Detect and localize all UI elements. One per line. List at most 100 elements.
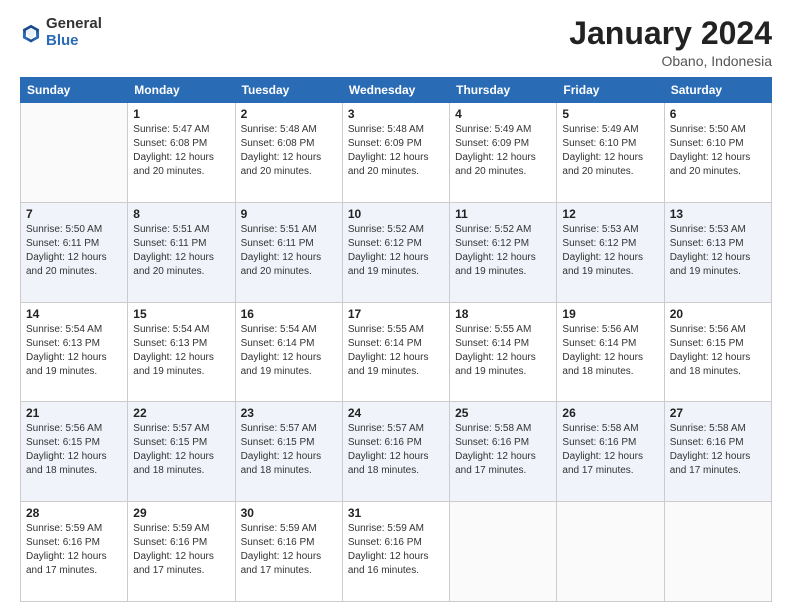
day-info: Sunrise: 5:53 AM Sunset: 6:12 PM Dayligh… <box>562 223 658 279</box>
day-info: Sunrise: 5:59 AM Sunset: 6:16 PM Dayligh… <box>241 522 337 578</box>
header-thursday: Thursday <box>450 78 557 103</box>
table-row: 13 Sunrise: 5:53 AM Sunset: 6:13 PM Dayli… <box>664 202 771 302</box>
day-number: 8 <box>133 207 229 221</box>
logo-blue-text: Blue <box>46 32 79 49</box>
day-info: Sunrise: 5:57 AM Sunset: 6:15 PM Dayligh… <box>133 422 229 478</box>
day-info: Sunrise: 5:54 AM Sunset: 6:13 PM Dayligh… <box>133 323 229 379</box>
table-row: 26 Sunrise: 5:58 AM Sunset: 6:16 PM Dayli… <box>557 402 664 502</box>
day-number: 11 <box>455 207 551 221</box>
day-info: Sunrise: 5:59 AM Sunset: 6:16 PM Dayligh… <box>348 522 444 578</box>
day-number: 10 <box>348 207 444 221</box>
day-info: Sunrise: 5:53 AM Sunset: 6:13 PM Dayligh… <box>670 223 766 279</box>
day-number: 27 <box>670 406 766 420</box>
table-row: 21 Sunrise: 5:56 AM Sunset: 6:15 PM Dayli… <box>21 402 128 502</box>
day-number: 2 <box>241 107 337 121</box>
day-info: Sunrise: 5:49 AM Sunset: 6:09 PM Dayligh… <box>455 123 551 179</box>
logo-general-text: General <box>46 15 102 32</box>
day-number: 23 <box>241 406 337 420</box>
location: Obano, Indonesia <box>569 53 772 69</box>
header-wednesday: Wednesday <box>342 78 449 103</box>
day-info: Sunrise: 5:49 AM Sunset: 6:10 PM Dayligh… <box>562 123 658 179</box>
header-tuesday: Tuesday <box>235 78 342 103</box>
calendar-week-row: 14Sunrise: 5:54 AM Sunset: 6:13 PM Dayli… <box>21 302 772 402</box>
calendar-week-row: 21 Sunrise: 5:56 AM Sunset: 6:15 PM Dayli… <box>21 402 772 502</box>
calendar-table: Sunday Monday Tuesday Wednesday Thursday… <box>20 77 772 602</box>
table-row: 9Sunrise: 5:51 AM Sunset: 6:11 PM Daylig… <box>235 202 342 302</box>
day-info: Sunrise: 5:58 AM Sunset: 6:16 PM Dayligh… <box>562 422 658 478</box>
day-number: 19 <box>562 307 658 321</box>
table-row: 10 Sunrise: 5:52 AM Sunset: 6:12 PM Dayli… <box>342 202 449 302</box>
day-number: 24 <box>348 406 444 420</box>
day-info: Sunrise: 5:50 AM Sunset: 6:10 PM Dayligh… <box>670 123 766 179</box>
table-row: 4 Sunrise: 5:49 AM Sunset: 6:09 PM Daylig… <box>450 103 557 203</box>
table-row: 1 Sunrise: 5:47 AM Sunset: 6:08 PM Daylig… <box>128 103 235 203</box>
day-number: 15 <box>133 307 229 321</box>
day-number: 20 <box>670 307 766 321</box>
table-row: 15 Sunrise: 5:54 AM Sunset: 6:13 PM Dayli… <box>128 302 235 402</box>
calendar-header-row: Sunday Monday Tuesday Wednesday Thursday… <box>21 78 772 103</box>
table-row <box>450 502 557 602</box>
day-info: Sunrise: 5:57 AM Sunset: 6:15 PM Dayligh… <box>241 422 337 478</box>
header-monday: Monday <box>128 78 235 103</box>
table-row: 22 Sunrise: 5:57 AM Sunset: 6:15 PM Dayli… <box>128 402 235 502</box>
day-number: 28 <box>26 506 122 520</box>
day-number: 22 <box>133 406 229 420</box>
day-info: Sunrise: 5:48 AM Sunset: 6:08 PM Dayligh… <box>241 123 337 179</box>
table-row: 17 Sunrise: 5:55 AM Sunset: 6:14 PM Dayli… <box>342 302 449 402</box>
calendar-week-row: 1 Sunrise: 5:47 AM Sunset: 6:08 PM Daylig… <box>21 103 772 203</box>
header-sunday: Sunday <box>21 78 128 103</box>
day-number: 5 <box>562 107 658 121</box>
table-row: 29Sunrise: 5:59 AM Sunset: 6:16 PM Dayli… <box>128 502 235 602</box>
table-row: 14Sunrise: 5:54 AM Sunset: 6:13 PM Dayli… <box>21 302 128 402</box>
day-info: Sunrise: 5:52 AM Sunset: 6:12 PM Dayligh… <box>455 223 551 279</box>
day-number: 26 <box>562 406 658 420</box>
table-row: 19 Sunrise: 5:56 AM Sunset: 6:14 PM Dayli… <box>557 302 664 402</box>
calendar-week-row: 28 Sunrise: 5:59 AM Sunset: 6:16 PM Dayli… <box>21 502 772 602</box>
header-friday: Friday <box>557 78 664 103</box>
day-number: 31 <box>348 506 444 520</box>
page: General Blue January 2024 Obano, Indones… <box>0 0 792 612</box>
table-row: 20 Sunrise: 5:56 AM Sunset: 6:15 PM Dayli… <box>664 302 771 402</box>
table-row: 16Sunrise: 5:54 AM Sunset: 6:14 PM Dayli… <box>235 302 342 402</box>
day-number: 6 <box>670 107 766 121</box>
day-number: 21 <box>26 406 122 420</box>
day-number: 18 <box>455 307 551 321</box>
day-number: 16 <box>241 307 337 321</box>
day-info: Sunrise: 5:59 AM Sunset: 6:16 PM Dayligh… <box>26 522 122 578</box>
day-number: 13 <box>670 207 766 221</box>
table-row: 7Sunrise: 5:50 AM Sunset: 6:11 PM Daylig… <box>21 202 128 302</box>
table-row: 11 Sunrise: 5:52 AM Sunset: 6:12 PM Dayli… <box>450 202 557 302</box>
day-info: Sunrise: 5:56 AM Sunset: 6:15 PM Dayligh… <box>26 422 122 478</box>
day-number: 4 <box>455 107 551 121</box>
day-number: 3 <box>348 107 444 121</box>
header-saturday: Saturday <box>664 78 771 103</box>
table-row <box>664 502 771 602</box>
day-info: Sunrise: 5:58 AM Sunset: 6:16 PM Dayligh… <box>455 422 551 478</box>
logo: General Blue <box>20 16 102 49</box>
day-info: Sunrise: 5:58 AM Sunset: 6:16 PM Dayligh… <box>670 422 766 478</box>
day-number: 1 <box>133 107 229 121</box>
day-info: Sunrise: 5:56 AM Sunset: 6:15 PM Dayligh… <box>670 323 766 379</box>
day-number: 25 <box>455 406 551 420</box>
day-number: 29 <box>133 506 229 520</box>
month-title: January 2024 <box>569 16 772 51</box>
day-info: Sunrise: 5:52 AM Sunset: 6:12 PM Dayligh… <box>348 223 444 279</box>
table-row: 18Sunrise: 5:55 AM Sunset: 6:14 PM Dayli… <box>450 302 557 402</box>
day-info: Sunrise: 5:56 AM Sunset: 6:14 PM Dayligh… <box>562 323 658 379</box>
day-info: Sunrise: 5:54 AM Sunset: 6:13 PM Dayligh… <box>26 323 122 379</box>
day-info: Sunrise: 5:48 AM Sunset: 6:09 PM Dayligh… <box>348 123 444 179</box>
table-row: 31 Sunrise: 5:59 AM Sunset: 6:16 PM Dayli… <box>342 502 449 602</box>
logo-icon <box>20 22 42 44</box>
day-number: 17 <box>348 307 444 321</box>
table-row: 27 Sunrise: 5:58 AM Sunset: 6:16 PM Dayli… <box>664 402 771 502</box>
table-row <box>21 103 128 203</box>
day-info: Sunrise: 5:57 AM Sunset: 6:16 PM Dayligh… <box>348 422 444 478</box>
table-row: 25 Sunrise: 5:58 AM Sunset: 6:16 PM Dayli… <box>450 402 557 502</box>
day-info: Sunrise: 5:55 AM Sunset: 6:14 PM Dayligh… <box>348 323 444 379</box>
table-row: 5 Sunrise: 5:49 AM Sunset: 6:10 PM Daylig… <box>557 103 664 203</box>
table-row: 24 Sunrise: 5:57 AM Sunset: 6:16 PM Dayli… <box>342 402 449 502</box>
day-number: 12 <box>562 207 658 221</box>
day-info: Sunrise: 5:47 AM Sunset: 6:08 PM Dayligh… <box>133 123 229 179</box>
table-row: 28 Sunrise: 5:59 AM Sunset: 6:16 PM Dayli… <box>21 502 128 602</box>
table-row: 2 Sunrise: 5:48 AM Sunset: 6:08 PM Daylig… <box>235 103 342 203</box>
